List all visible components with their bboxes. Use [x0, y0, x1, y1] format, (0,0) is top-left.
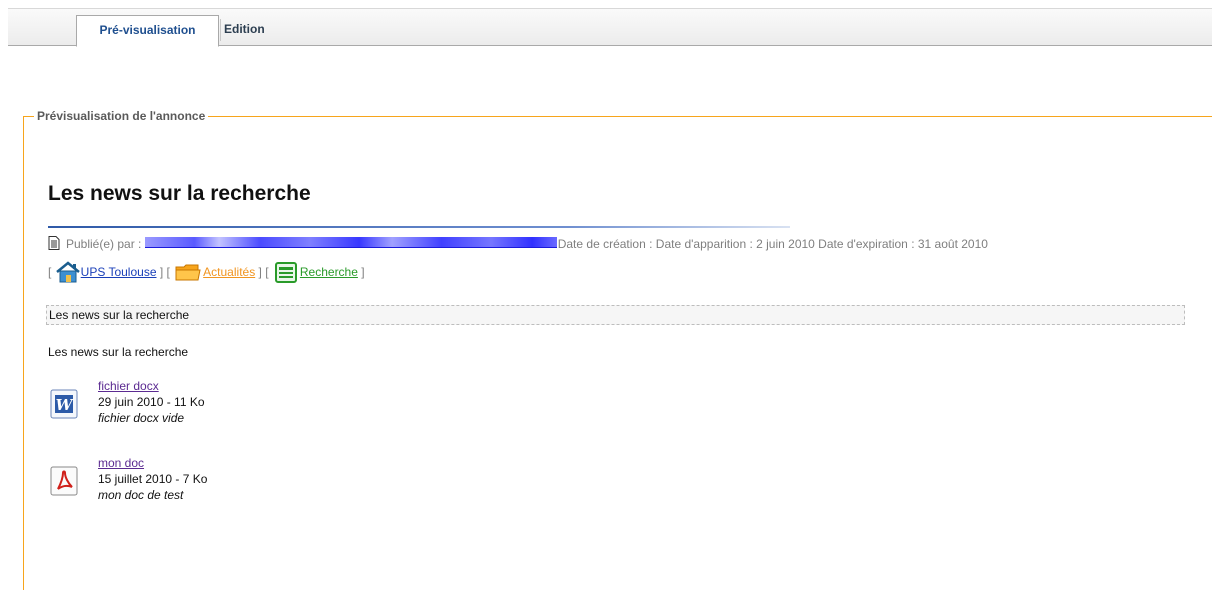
- announcement-meta: Publié(e) par : Date de création : Date …: [48, 236, 988, 253]
- folder-icon: [175, 264, 201, 281]
- attachment-description: mon doc de test: [98, 488, 184, 502]
- announcement-title: Les news sur la recherche: [48, 182, 311, 205]
- attachment-name[interactable]: fichier docx: [98, 379, 159, 394]
- announcement-body: Les news sur la recherche: [48, 345, 189, 359]
- category-list: [ UPS Toulouse ] [ Actualités ] [ Recher…: [48, 259, 365, 285]
- announcement-dates: Date de création : Date d'apparition : 2…: [557, 237, 988, 251]
- tab-edit-label: Edition: [224, 22, 265, 36]
- published-by-label: Publié(e) par :: [66, 237, 142, 251]
- attachment-info: 29 juin 2010 - 11 Ko: [98, 395, 205, 409]
- attachment-item: mon doc 15 juillet 2010 - 7 Ko mon doc d…: [48, 456, 348, 516]
- tab-preview[interactable]: Pré-visualisation: [76, 15, 219, 47]
- pdf-document-icon[interactable]: [50, 466, 80, 496]
- home-icon: [55, 261, 80, 283]
- title-divider: [48, 226, 790, 228]
- notebook-icon: [274, 262, 297, 283]
- panel-legend: Prévisualisation de l'annonce: [34, 108, 209, 124]
- category-link-ups-toulouse[interactable]: UPS Toulouse: [81, 265, 157, 279]
- word-document-icon[interactable]: W: [50, 389, 80, 419]
- svg-text:W: W: [56, 396, 75, 414]
- author-link-redacted[interactable]: [144, 237, 557, 248]
- category-link-actualites[interactable]: Actualités: [203, 265, 255, 279]
- attachment-description: fichier docx vide: [98, 411, 185, 425]
- attachment-info: 15 juillet 2010 - 7 Ko: [98, 472, 208, 486]
- category-link-recherche[interactable]: Recherche: [300, 265, 358, 279]
- announcement-summary: Les news sur la recherche: [46, 305, 1185, 325]
- tab-bar: Pré-visualisation Edition: [8, 8, 1212, 47]
- tab-preview-label: Pré-visualisation: [99, 23, 196, 37]
- tab-edit[interactable]: Edition: [220, 15, 271, 46]
- attachment-item: W fichier docx 29 juin 2010 - 11 Ko fich…: [48, 379, 348, 439]
- document-icon: [48, 236, 60, 250]
- attachment-name[interactable]: mon doc: [98, 456, 144, 471]
